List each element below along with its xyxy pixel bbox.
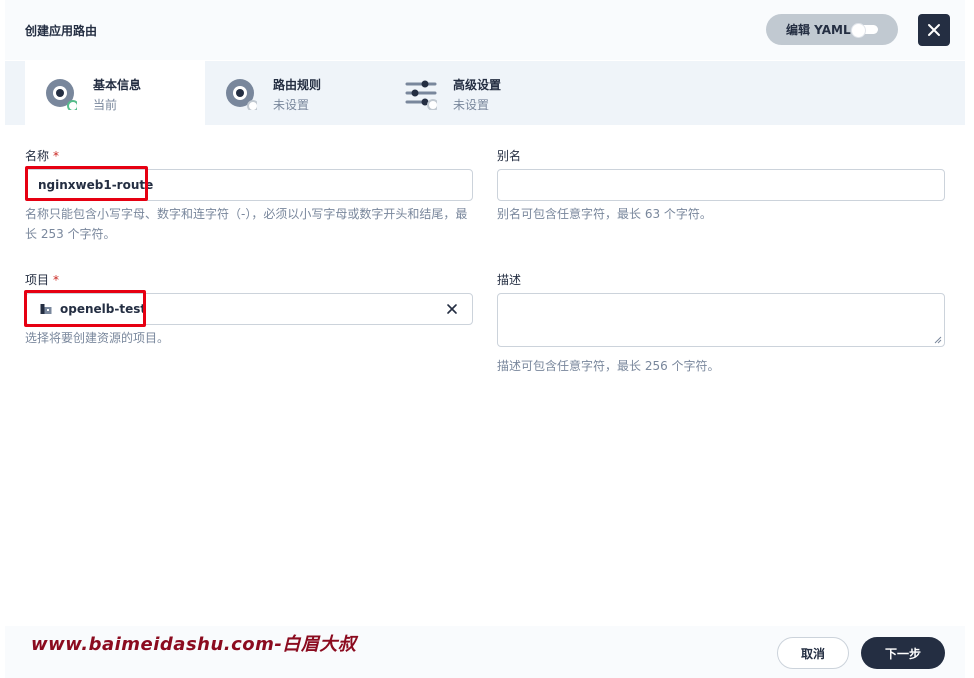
cancel-button[interactable]: 取消 <box>777 637 849 669</box>
highlight-box-name <box>25 166 148 201</box>
project-label-text: 项目 <box>25 273 50 287</box>
name-hint-line-1: 名称只能包含小写字母、数字和连字符（-），必须以小写字母或数字开头和结尾，最 <box>25 207 468 221</box>
step-status: 未设置 <box>273 98 310 112</box>
step-title: 路由规则 <box>273 78 322 92</box>
close-icon <box>928 24 940 36</box>
clear-icon[interactable] <box>446 303 458 315</box>
project-label: 项目 * <box>25 271 59 288</box>
sliders-icon <box>405 80 437 110</box>
edit-yaml-label: 编辑 YAML <box>786 23 851 37</box>
resize-handle-icon[interactable] <box>934 336 942 344</box>
name-hint: 名称只能包含小写字母、数字和连字符（-），必须以小写字母或数字开头和结尾，最 长… <box>25 204 485 244</box>
description-textarea[interactable] <box>497 293 945 347</box>
close-button[interactable] <box>918 14 950 46</box>
watermark: www.baimeidashu.com-白眉大叔 <box>31 634 357 655</box>
name-label-text: 名称 <box>25 149 50 163</box>
name-hint-line-2: 长 253 个字符。 <box>25 227 116 241</box>
step-basic-info[interactable]: 基本信息 当前 <box>25 61 205 125</box>
description-hint: 描述可包含任意字符，最长 256 个字符。 <box>497 359 720 373</box>
toggle-switch[interactable] <box>851 23 878 38</box>
step-status: 当前 <box>93 98 118 112</box>
radio-dot-icon <box>226 79 257 110</box>
required-mark: * <box>53 273 60 287</box>
step-title: 基本信息 <box>93 78 142 92</box>
modal-footer: www.baimeidashu.com-白眉大叔 取消 下一步 <box>5 626 965 678</box>
alias-input[interactable] <box>497 169 945 201</box>
highlight-box-project <box>24 290 146 327</box>
step-title: 高级设置 <box>453 78 502 92</box>
radio-dot-icon <box>46 79 77 110</box>
next-step-button[interactable]: 下一步 <box>861 637 945 669</box>
edit-yaml-toggle[interactable]: 编辑 YAML <box>766 14 898 45</box>
step-status: 未设置 <box>453 98 490 112</box>
required-mark: * <box>53 149 60 163</box>
modal-header: 创建应用路由 编辑 YAML <box>5 0 965 60</box>
steps-bar: 基本信息 当前 路由规则 未设置 高级设置 未设置 <box>5 61 965 125</box>
alias-label: 别名 <box>497 149 522 163</box>
step-route-rules[interactable]: 路由规则 未设置 <box>205 61 385 125</box>
step-advanced-settings[interactable]: 高级设置 未设置 <box>385 61 565 125</box>
name-label: 名称 * <box>25 147 59 164</box>
alias-hint: 别名可包含任意字符，最长 63 个字符。 <box>497 207 712 221</box>
description-label: 描述 <box>497 273 522 287</box>
project-hint: 选择将要创建资源的项目。 <box>25 331 170 345</box>
page-title: 创建应用路由 <box>25 24 98 38</box>
